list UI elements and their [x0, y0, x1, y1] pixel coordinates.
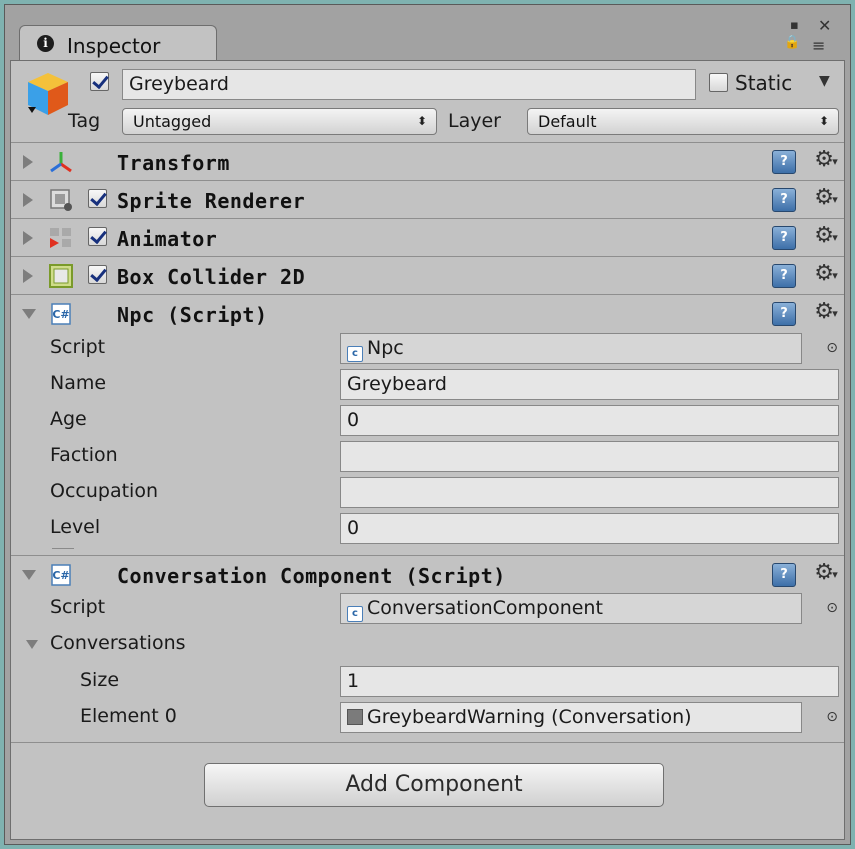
component-enabled-checkbox[interactable]	[88, 227, 107, 246]
gear-icon[interactable]: ⚙	[814, 560, 837, 585]
npc-script-field[interactable]: c Npc	[340, 333, 802, 364]
conversations-label[interactable]: Conversations	[50, 632, 186, 654]
lock-icon[interactable]: 🔒	[784, 35, 800, 50]
element-0-value: GreybeardWarning (Conversation)	[367, 706, 692, 728]
script-icon: C#	[51, 564, 71, 586]
animator-icon	[50, 228, 71, 248]
help-icon[interactable]: ?	[772, 226, 796, 250]
element-0-field[interactable]: GreybeardWarning (Conversation)	[340, 702, 802, 733]
component-title: Conversation Component (Script)	[117, 564, 506, 588]
tab-inspector-label: Inspector	[67, 34, 161, 58]
conversation-script-field[interactable]: c ConversationComponent	[340, 593, 802, 624]
npc-age-field[interactable]: 0	[340, 405, 839, 436]
component-enabled-checkbox[interactable]	[88, 265, 107, 284]
size-label: Size	[80, 669, 120, 691]
tag-dropdown-arrow-icon: ⬍	[416, 114, 427, 128]
component-transform[interactable]: Transform ? ⚙	[11, 142, 844, 180]
add-component-button[interactable]: Add Component	[204, 763, 664, 807]
foldout-arrow-icon[interactable]	[22, 309, 36, 319]
foldout-arrow-icon[interactable]	[22, 570, 36, 580]
layer-label: Layer	[448, 110, 501, 132]
component-box-collider-2d[interactable]: Box Collider 2D ? ⚙	[11, 256, 844, 294]
info-icon: i	[37, 35, 54, 52]
tag-dropdown[interactable]: Untagged ⬍	[122, 108, 437, 135]
help-icon[interactable]: ?	[772, 150, 796, 174]
help-icon[interactable]: ?	[772, 188, 796, 212]
npc-occupation-field[interactable]	[340, 477, 839, 508]
scroll-stub	[52, 548, 74, 549]
foldout-arrow-icon[interactable]	[23, 231, 33, 245]
transform-axes-icon	[50, 152, 72, 173]
component-title: Sprite Renderer	[117, 189, 306, 213]
sprite-renderer-icon	[50, 189, 72, 211]
element-0-label: Element 0	[80, 705, 177, 727]
component-title: Npc (Script)	[117, 303, 268, 327]
conversation-script-value: ConversationComponent	[367, 597, 603, 619]
object-picker-icon[interactable]: ⊙	[826, 600, 838, 616]
tag-label: Tag	[68, 110, 101, 132]
static-checkbox[interactable]	[709, 73, 728, 92]
static-dropdown-icon[interactable]: ▼	[819, 73, 830, 89]
svg-text:C#: C#	[52, 308, 69, 321]
layer-dropdown[interactable]: Default ⬍	[527, 108, 839, 135]
close-icon[interactable]: ✕	[818, 16, 831, 35]
help-icon[interactable]: ?	[772, 264, 796, 288]
npc-faction-label: Faction	[50, 444, 118, 466]
gameobject-name-field[interactable]: Greybeard	[122, 69, 696, 100]
script-icon: C#	[51, 303, 71, 325]
help-icon[interactable]: ?	[772, 302, 796, 326]
foldout-arrow-icon[interactable]	[23, 269, 33, 283]
tag-value: Untagged	[133, 112, 212, 131]
npc-name-field[interactable]: Greybeard	[340, 369, 839, 400]
help-icon[interactable]: ?	[772, 563, 796, 587]
static-label: Static	[735, 71, 793, 95]
conversations-foldout-icon[interactable]	[26, 640, 38, 649]
gear-icon[interactable]: ⚙	[814, 261, 837, 286]
divider	[11, 742, 844, 743]
npc-script-label: Script	[50, 336, 106, 358]
component-conversation-script[interactable]: C# Conversation Component (Script) ? ⚙	[11, 555, 844, 593]
script-icon: c	[347, 606, 363, 622]
gameobject-active-checkbox[interactable]	[90, 72, 109, 91]
component-title: Box Collider 2D	[117, 265, 306, 289]
svg-text:C#: C#	[52, 569, 69, 582]
layer-value: Default	[538, 112, 597, 131]
size-field[interactable]: 1	[340, 666, 839, 697]
conversation-script-label: Script	[50, 596, 106, 618]
component-sprite-renderer[interactable]: Sprite Renderer ? ⚙	[11, 180, 844, 218]
object-picker-icon[interactable]: ⊙	[826, 709, 838, 725]
foldout-arrow-icon[interactable]	[23, 193, 33, 207]
gear-icon[interactable]: ⚙	[814, 185, 837, 210]
gear-icon[interactable]: ⚙	[814, 147, 837, 172]
npc-level-label: Level	[50, 516, 101, 538]
component-title: Animator	[117, 227, 218, 251]
npc-name-label: Name	[50, 372, 107, 394]
npc-level-field[interactable]: 0	[340, 513, 839, 544]
npc-faction-field[interactable]	[340, 441, 839, 472]
tab-inspector[interactable]: i Inspector	[19, 25, 217, 62]
script-icon: c	[347, 346, 363, 362]
conversation-asset-icon	[347, 709, 363, 725]
gear-icon[interactable]: ⚙	[814, 223, 837, 248]
npc-occupation-label: Occupation	[50, 480, 158, 502]
foldout-arrow-icon[interactable]	[23, 155, 33, 169]
component-enabled-checkbox[interactable]	[88, 189, 107, 208]
npc-script-value: Npc	[367, 337, 404, 359]
panel-menu-icon[interactable]: ≡	[812, 36, 825, 55]
component-animator[interactable]: Animator ? ⚙	[11, 218, 844, 256]
npc-age-label: Age	[50, 408, 87, 430]
maximize-icon[interactable]: ▪	[790, 18, 799, 33]
layer-dropdown-arrow-icon: ⬍	[818, 114, 829, 128]
object-picker-icon[interactable]: ⊙	[826, 340, 838, 356]
box-collider-icon	[49, 264, 73, 288]
gear-icon[interactable]: ⚙	[814, 299, 837, 324]
component-npc-script[interactable]: C# Npc (Script) ? ⚙	[11, 294, 844, 332]
component-title: Transform	[117, 151, 230, 175]
gameobject-cube-icon	[28, 73, 68, 115]
